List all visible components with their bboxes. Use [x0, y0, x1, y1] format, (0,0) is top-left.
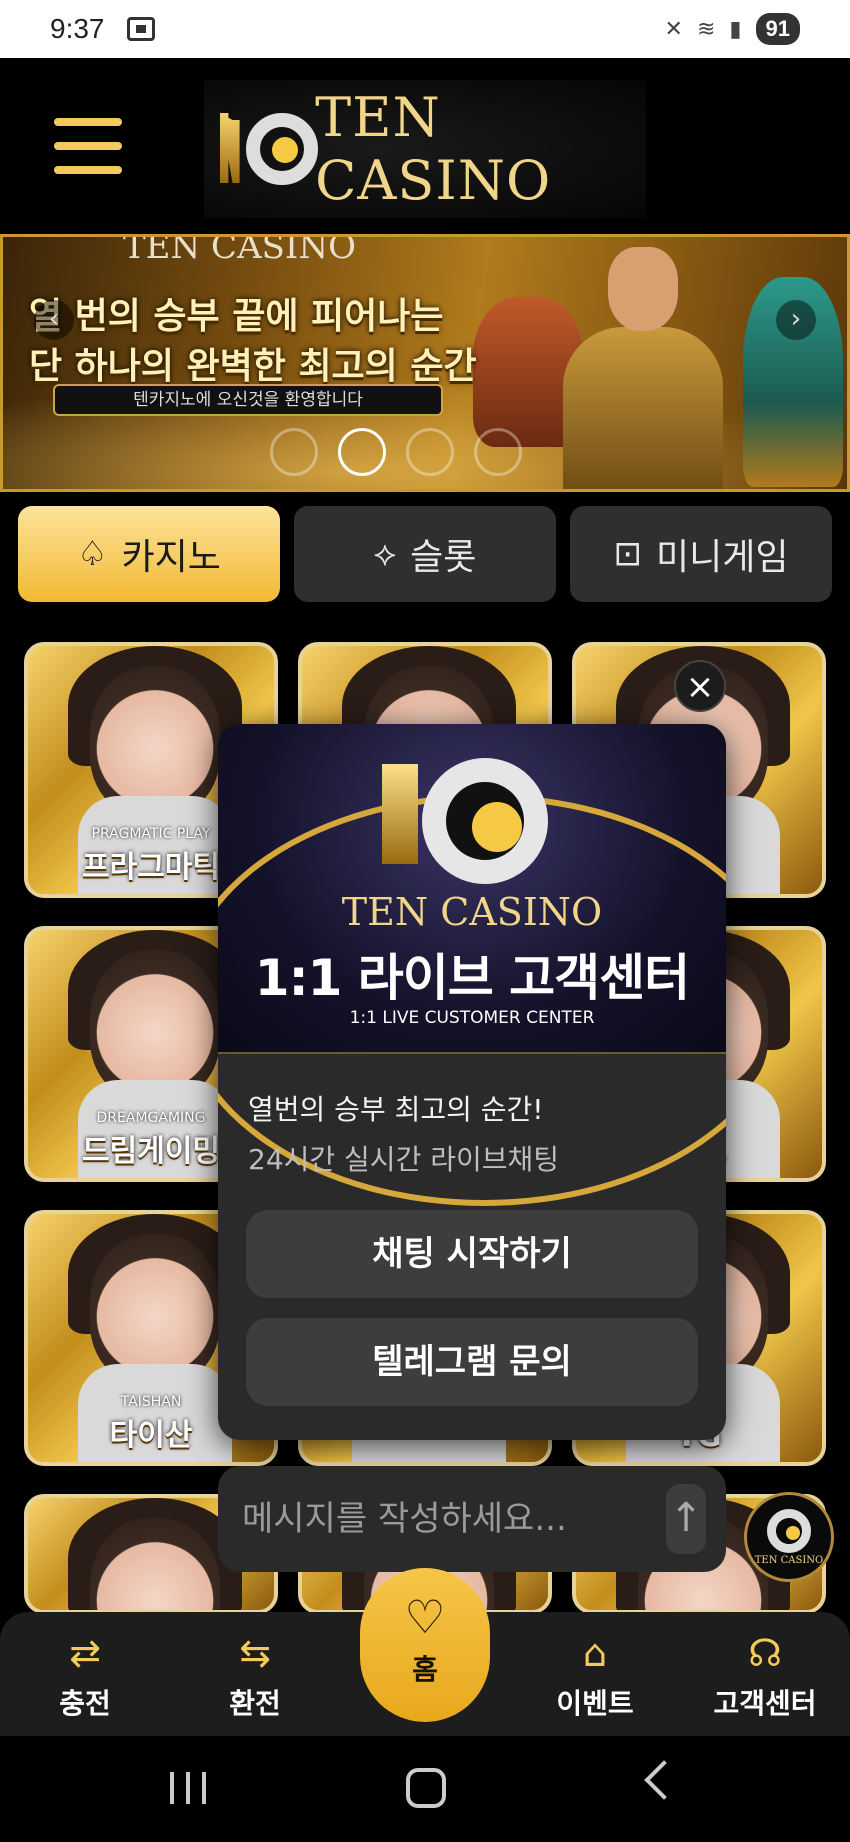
telegram-inquiry-button[interactable]: 텔레그램 문의	[246, 1318, 698, 1406]
tab-label: 미니게임	[656, 537, 789, 578]
banner-dot-active[interactable]	[338, 428, 386, 476]
spade-icon: ♤	[77, 534, 108, 574]
menu-icon[interactable]	[54, 118, 122, 174]
banner-subtitle: 텐카지노에 오신것을 환영합니다	[53, 384, 443, 416]
tab-slot[interactable]: ⟡ 슬롯	[294, 506, 556, 602]
nav-charge[interactable]: ⇄ 충전	[10, 1612, 160, 1736]
banner-headline-2: 단 하나의 완벽한 최고의 순간	[29, 346, 477, 387]
popup-message-2: 24시간 실시간 라이브채팅	[248, 1143, 560, 1176]
banner-brand: TEN CASINO	[123, 234, 356, 267]
popup-message-1: 열번의 승부 최고의 순간!	[248, 1093, 544, 1126]
battery-indicator: 91	[755, 13, 800, 45]
close-icon[interactable]: ×	[674, 660, 726, 712]
status-time: 9:37	[50, 13, 105, 44]
nav-support[interactable]: ☊ 고객센터	[690, 1612, 840, 1736]
ten-casino-logo[interactable]: TEN CASINO	[204, 80, 646, 218]
status-icons: ✕ ≋ ▮ 91	[665, 13, 800, 45]
banner-dot[interactable]	[406, 428, 454, 476]
tab-casino[interactable]: ♤ 카지노	[18, 506, 280, 602]
logo-text: TEN CASINO	[315, 86, 552, 212]
status-bar: 9:37 ✕ ≋ ▮ 91	[0, 0, 850, 58]
withdraw-icon: ⇆	[239, 1631, 271, 1675]
nav-label: 이벤트	[556, 1687, 634, 1720]
nav-event[interactable]: ⌂ 이벤트	[520, 1612, 670, 1736]
cherry-icon: ⟡	[373, 534, 397, 574]
mute-icon: ✕	[664, 16, 683, 42]
signal-icon: ▮	[729, 16, 742, 42]
back-icon[interactable]	[644, 1760, 684, 1800]
recent-apps-icon[interactable]	[170, 1772, 206, 1804]
popup-brand: TEN CASINO	[341, 890, 603, 934]
nav-label: 홈	[412, 1653, 438, 1686]
banner-dot[interactable]	[474, 428, 522, 476]
system-home-icon[interactable]	[406, 1768, 446, 1808]
banner-prev-arrow-icon[interactable]: ‹	[34, 300, 74, 340]
nav-exchange[interactable]: ⇆ 환전	[180, 1612, 330, 1736]
live-support-popup: TEN CASINO 1:1 라이브 고객센터 1:1 LIVE CUSTOME…	[218, 724, 726, 1440]
nav-label: 고객센터	[713, 1687, 817, 1720]
banner-pagination	[270, 428, 522, 476]
nav-label: 환전	[229, 1687, 281, 1720]
popup-subtitle: 1:1 LIVE CUSTOMER CENTER	[349, 1008, 595, 1028]
nav-home-button[interactable]: ♡ 홈	[360, 1568, 490, 1722]
banner-next-arrow-icon[interactable]: ›	[776, 300, 816, 340]
chat-launcher-button[interactable]: TEN CASINO	[744, 1492, 834, 1582]
gamepad-icon: ⊡	[613, 534, 643, 574]
headset-icon: ☊	[748, 1631, 782, 1675]
message-input[interactable]	[242, 1499, 666, 1539]
banner-dot[interactable]	[270, 428, 318, 476]
logo-mark-icon	[767, 1508, 811, 1553]
screen-record-icon	[126, 17, 155, 41]
logo-mark-icon	[220, 99, 318, 199]
app-header: TEN CASINO	[0, 58, 850, 234]
fab-text: TEN CASINO	[754, 1554, 824, 1566]
nav-label: 충전	[59, 1687, 111, 1720]
gift-icon: ⌂	[582, 1631, 608, 1675]
send-arrow-icon[interactable]: ↑	[666, 1484, 706, 1554]
message-bar: ↑	[218, 1466, 726, 1572]
popup-logo-icon	[382, 744, 562, 894]
deposit-icon: ⇄	[69, 1631, 101, 1675]
start-chat-button[interactable]: 채팅 시작하기	[246, 1210, 698, 1298]
banner-host-image	[563, 247, 723, 489]
home-heart-icon: ♡	[404, 1590, 446, 1644]
popup-title: 1:1 라이브 고객센터	[254, 949, 690, 1007]
tab-label: 카지노	[121, 537, 221, 578]
wifi-icon: ≋	[696, 16, 716, 42]
popup-hero-image: TEN CASINO 1:1 라이브 고객센터 1:1 LIVE CUSTOME…	[218, 724, 726, 1206]
tab-label: 슬롯	[410, 537, 477, 578]
system-nav-bar	[0, 1736, 850, 1842]
category-tabs: ♤ 카지노 ⟡ 슬롯 ⊡ 미니게임	[18, 506, 832, 602]
banner-headline-1: 열 번의 승부 끝에 피어나는	[29, 296, 444, 337]
tab-minigame[interactable]: ⊡ 미니게임	[570, 506, 832, 602]
